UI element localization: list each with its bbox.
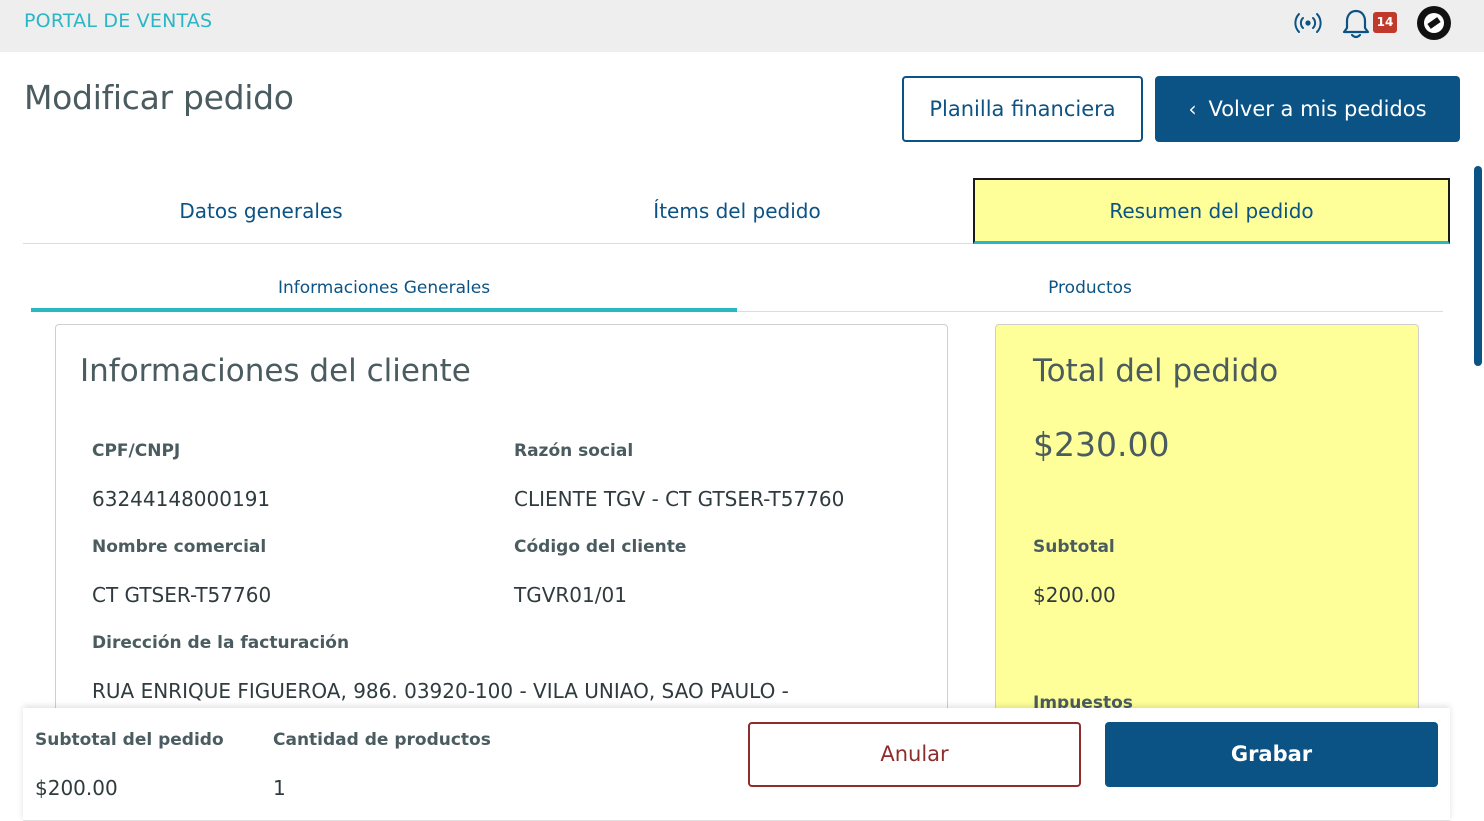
tab-items-pedido[interactable]: Ítems del pedido: [499, 178, 975, 244]
sub-tabs: Informaciones Generales Productos: [31, 266, 1443, 312]
cpf-label: CPF/CNPJ: [92, 441, 181, 461]
brand-title[interactable]: PORTAL DE VENTAS: [24, 10, 212, 32]
back-button-label: Volver a mis pedidos: [1208, 97, 1427, 121]
financial-sheet-button[interactable]: Planilla financiera: [902, 76, 1143, 142]
chevron-left-icon: ‹: [1188, 97, 1197, 121]
subtotal-value: $200.00: [1033, 583, 1116, 607]
order-total-title: Total del pedido: [1033, 353, 1279, 389]
order-total-amount: $230.00: [1033, 425, 1170, 464]
razon-social-value: CLIENTE TGV - CT GTSER-T57760: [514, 487, 845, 511]
top-bar: PORTAL DE VENTAS 14: [0, 0, 1484, 52]
tab-resumen-pedido[interactable]: Resumen del pedido: [973, 178, 1450, 244]
scrollbar-thumb[interactable]: [1474, 166, 1482, 366]
bell-icon[interactable]: [1340, 7, 1372, 45]
cancel-button[interactable]: Anular: [748, 722, 1081, 787]
codigo-cliente-label: Código del cliente: [514, 537, 687, 557]
subtab-informaciones-generales[interactable]: Informaciones Generales: [31, 266, 737, 312]
razon-social-label: Razón social: [514, 441, 634, 461]
totvs-logo-icon[interactable]: [1415, 4, 1453, 46]
direccion-value: RUA ENRIQUE FIGUEROA, 986. 03920-100 - V…: [92, 679, 789, 703]
client-info-title: Informaciones del cliente: [80, 353, 471, 389]
footer-quantity-value: 1: [273, 776, 286, 800]
order-footer-bar: Subtotal del pedido $200.00 Cantidad de …: [23, 708, 1450, 821]
nombre-comercial-value: CT GTSER-T57760: [92, 583, 272, 607]
subtab-productos[interactable]: Productos: [737, 266, 1443, 312]
footer-subtotal-value: $200.00: [35, 776, 118, 800]
nombre-comercial-label: Nombre comercial: [92, 537, 267, 557]
subtotal-label: Subtotal: [1033, 537, 1115, 557]
cpf-value: 63244148000191: [92, 487, 271, 511]
main-tabs: Datos generales Ítems del pedido Resumen…: [23, 178, 1450, 244]
footer-subtotal-label: Subtotal del pedido: [35, 730, 224, 750]
broadcast-icon[interactable]: [1291, 6, 1325, 44]
footer-quantity-label: Cantidad de productos: [273, 730, 491, 750]
notification-badge: 14: [1373, 12, 1397, 33]
codigo-cliente-value: TGVR01/01: [514, 583, 627, 607]
direccion-label: Dirección de la facturación: [92, 633, 350, 653]
save-button[interactable]: Grabar: [1105, 722, 1438, 787]
tab-datos-generales[interactable]: Datos generales: [23, 178, 499, 244]
back-to-orders-button[interactable]: ‹ Volver a mis pedidos: [1155, 76, 1460, 142]
page-title: Modificar pedido: [24, 78, 294, 117]
